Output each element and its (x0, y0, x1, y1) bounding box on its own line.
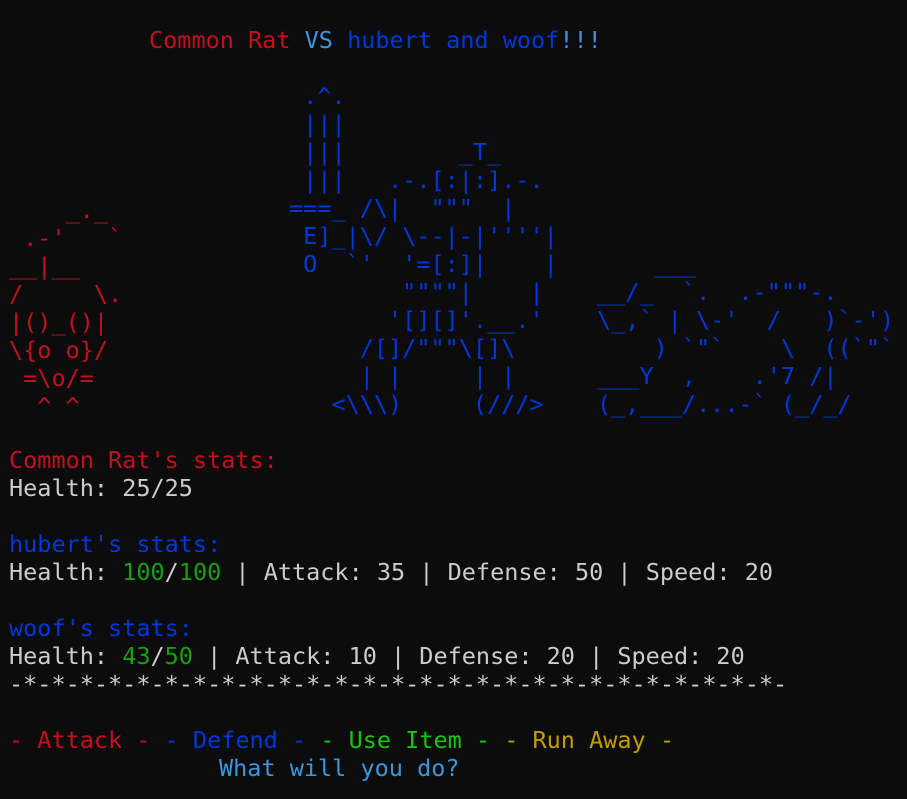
knight-ascii-art: .^. ||| ||| _T_ ||| .-.[:|:].-. ===_ /\|… (289, 82, 558, 418)
party-names: hubert and woof (347, 26, 560, 54)
woof-health-slash: / (150, 642, 165, 670)
divider: -*-*-*-*-*-*-*-*-*-*-*-*-*-*-*-*-*-*-*-*… (9, 670, 788, 698)
action-menu: - Attack - - Defend - - Use Item - - Run… (9, 726, 674, 754)
hubert-stats-header: hubert's stats: (9, 530, 222, 558)
hubert-health-slash: / (164, 558, 179, 586)
enemy-stats-header: Common Rat's stats: (9, 446, 278, 474)
woof-stats-line: Health: 43/50 | Attack: 10 | Defense: 20… (9, 642, 745, 670)
battle-title: Common Rat VS hubert and woof!!! (149, 26, 602, 54)
enemy-health-label: Health: (9, 474, 123, 502)
vs-label: VS (304, 26, 333, 54)
defend-option[interactable]: - Defend - (165, 726, 306, 754)
action-prompt: What will you do? (219, 754, 460, 782)
title-exclamation: !!! (559, 26, 602, 54)
run-away-option[interactable]: - Run Away - (504, 726, 674, 754)
hubert-health-max: 100 (178, 558, 222, 586)
enemy-health-value: 25/25 (122, 474, 193, 502)
woof-stats-header: woof's stats: (9, 614, 193, 642)
hubert-stats-rest: | Attack: 35 | Defense: 50 | Speed: 20 (221, 558, 774, 586)
attack-option[interactable]: - Attack - (9, 726, 150, 754)
use-item-option[interactable]: - Use Item - (320, 726, 490, 754)
woof-health-label: Health: (9, 642, 123, 670)
enemy-health-line: Health: 25/25 (9, 474, 193, 502)
enemy-name: Common Rat (149, 26, 291, 54)
hubert-health-label: Health: (9, 558, 123, 586)
woof-health-max: 50 (164, 642, 193, 670)
woof-stats-rest: | Attack: 10 | Defense: 20 | Speed: 20 (192, 642, 745, 670)
hubert-health-current: 100 (122, 558, 165, 586)
woof-health-current: 43 (122, 642, 151, 670)
hubert-stats-line: Health: 100/100 | Attack: 35 | Defense: … (9, 558, 773, 586)
rat-ascii-art: _._ .-' ` __|__ / \. |()_()| \{o o}/ =\o… (9, 196, 123, 420)
dog-ascii-art: ___ __/_ `. .-"""-. \_,` | \-' / )`-') )… (597, 250, 895, 418)
